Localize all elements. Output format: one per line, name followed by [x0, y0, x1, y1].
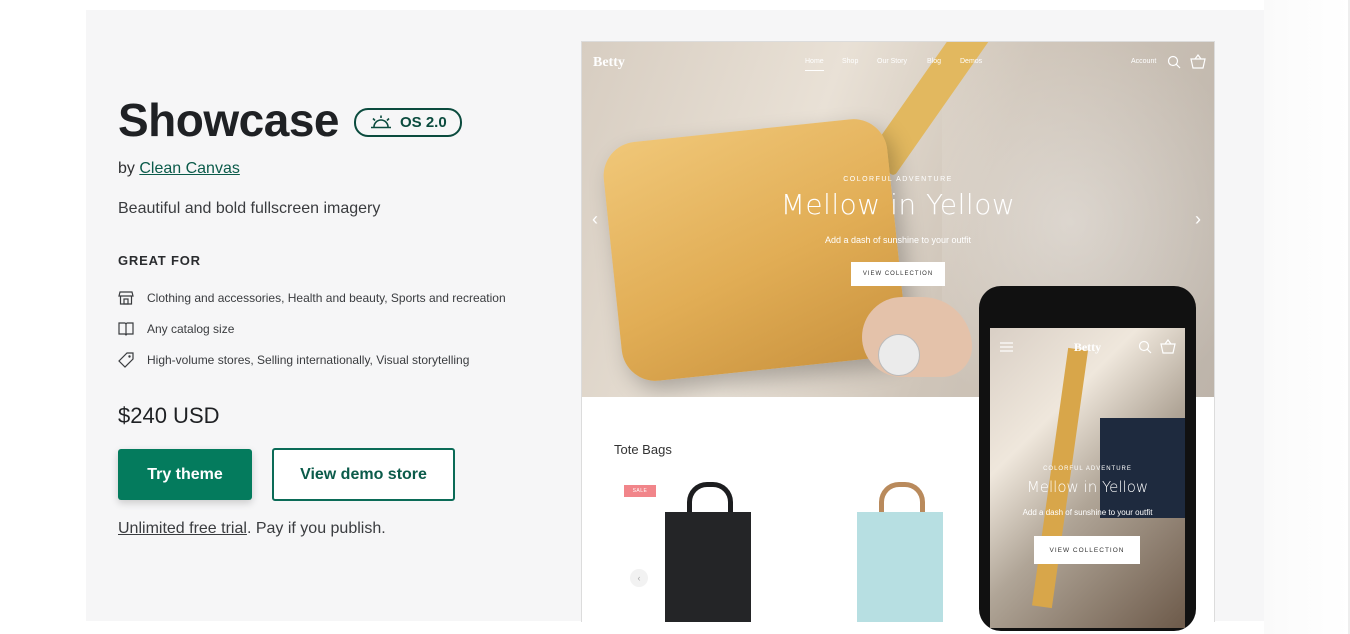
trial-note-text: . Pay if you publish. — [246, 520, 386, 537]
theme-tagline: Beautiful and bold fullscreen imagery — [118, 200, 381, 217]
mobile-logo: Betty — [1073, 340, 1102, 354]
os-badge: OS 2.0 — [354, 107, 462, 137]
view-demo-store-button[interactable]: View demo store — [272, 448, 455, 501]
tag-icon — [118, 352, 134, 368]
free-trial-link[interactable]: Unlimited free trial — [118, 520, 247, 537]
great-for-heading: GREAT FOR — [118, 253, 201, 268]
search-icon[interactable] — [1167, 55, 1181, 69]
sunrise-icon — [371, 115, 391, 129]
hero-eyebrow: COLORFUL ADVENTURE — [843, 176, 953, 183]
page-edge — [1264, 0, 1350, 634]
theme-price: $240 USD — [118, 403, 220, 428]
feature-use-cases: High-volume stores, Selling internationa… — [118, 352, 469, 368]
view-collection-button[interactable]: VIEW COLLECTION — [851, 262, 945, 286]
mobile-basket-icon[interactable] — [1160, 339, 1176, 354]
catalog-icon — [118, 322, 134, 336]
hero-subtitle: Add a dash of sunshine to your outfit — [824, 235, 972, 245]
nav-link-our-story[interactable]: Our Story — [877, 58, 907, 65]
nav-link-account[interactable]: Account — [1131, 58, 1156, 65]
title-row: Showcase OS 2.0 — [118, 93, 462, 147]
feature-text: Any catalog size — [147, 322, 235, 336]
byline: by Clean Canvas — [118, 160, 240, 178]
byline-prefix: by — [118, 160, 140, 177]
feature-text: Clothing and accessories, Health and bea… — [147, 291, 506, 305]
preview-logo: Betty — [593, 55, 625, 70]
hero-title: Mellow in Yellow — [780, 188, 1016, 221]
product-prev-arrow[interactable]: ‹ — [630, 569, 648, 587]
mobile-view-collection-button[interactable]: VIEW COLLECTION — [1034, 536, 1140, 564]
os-badge-label: OS 2.0 — [400, 113, 447, 131]
nav-link-demos[interactable]: Demos — [960, 58, 982, 65]
try-theme-button[interactable]: Try theme — [118, 449, 252, 500]
mobile-search-icon[interactable] — [1138, 340, 1152, 354]
preview-nav: Betty Home Shop Our Story Blog Demos Acc… — [582, 54, 1214, 75]
basket-icon[interactable] — [1190, 54, 1206, 69]
mobile-title: Mellow in Yellow — [1026, 478, 1149, 496]
nav-link-home[interactable]: Home — [805, 58, 824, 71]
theme-title: Showcase — [118, 94, 340, 146]
mobile-eyebrow: COLORFUL ADVENTURE — [1043, 466, 1132, 472]
author-link[interactable]: Clean Canvas — [139, 160, 240, 177]
nav-link-blog[interactable]: Blog — [927, 58, 941, 65]
feature-industries: Clothing and accessories, Health and bea… — [118, 290, 506, 306]
slider-prev-arrow[interactable]: ‹ — [592, 209, 598, 230]
feature-catalog: Any catalog size — [118, 321, 234, 337]
trial-note: Unlimited free trial. Pay if you publish… — [118, 520, 386, 538]
mobile-subtitle: Add a dash of sunshine to your outfit — [1022, 508, 1153, 517]
slider-next-arrow[interactable]: › — [1195, 209, 1201, 230]
mobile-screen: Betty COLORFUL ADVENTURE Mellow in Yello… — [990, 328, 1185, 628]
feature-text: High-volume stores, Selling internationa… — [147, 353, 470, 367]
store-icon — [118, 291, 134, 305]
nav-link-shop[interactable]: Shop — [842, 58, 858, 65]
mobile-preview: Betty COLORFUL ADVENTURE Mellow in Yello… — [979, 286, 1196, 631]
sale-badge: SALE — [624, 485, 656, 497]
collection-title: Tote Bags — [614, 442, 672, 457]
